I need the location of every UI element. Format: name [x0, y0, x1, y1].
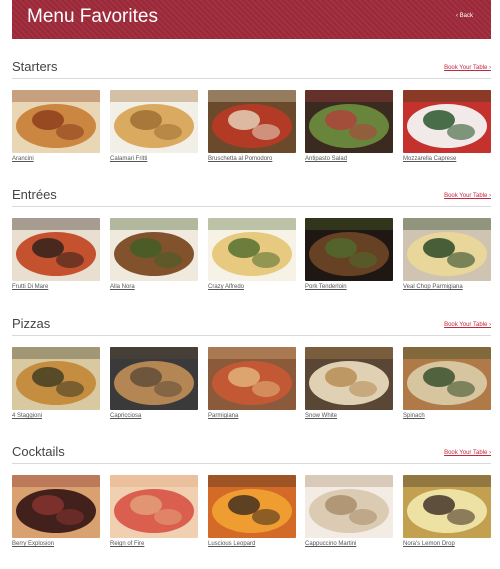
menu-item-cappuccino-martini[interactable]: Cappuccino Martini: [305, 475, 393, 547]
section-starters: Starters Book Your Table › Arancini Calamar…: [12, 59, 491, 162]
section-cocktails: Cocktails Book Your Table › Berry Explosio…: [12, 444, 491, 547]
menu-item-capricciosa[interactable]: Capricciosa: [110, 347, 198, 419]
menu-item-photo[interactable]: [110, 218, 198, 281]
menu-item-arancini[interactable]: Arancini: [12, 90, 100, 162]
menu-item-caption[interactable]: Berry Explosion: [12, 541, 100, 547]
page-header: Menu Favorites ‹ Back: [12, 0, 491, 39]
menu-item-photo[interactable]: [208, 90, 296, 153]
menu-item-photo[interactable]: [403, 475, 491, 538]
menu-item-reign-of-fire[interactable]: Reign of Fire: [110, 475, 198, 547]
menu-item-bruschetta-al-pomodoro[interactable]: Bruschetta al Pomodoro: [208, 90, 296, 162]
menu-item-grid: Frutti Di Mare Alla Nora Crazy Alfredo Pork…: [12, 218, 491, 298]
menu-item-nora-s-lemon-drop[interactable]: Nora's Lemon Drop: [403, 475, 491, 547]
menu-item-calamari-fritti[interactable]: Calamari Fritti: [110, 90, 198, 162]
section-title: Entrées: [12, 187, 57, 202]
section-title: Starters: [12, 59, 58, 74]
menu-item-parmigiana[interactable]: Parmigiana: [208, 347, 296, 419]
menu-item-spinach[interactable]: Spinach: [403, 347, 491, 419]
section-pizzas: Pizzas Book Your Table › 4 Staggioni Capric…: [12, 316, 491, 419]
menu-item-mozzarella-caprese[interactable]: Mozzarella Caprese: [403, 90, 491, 162]
menu-item-photo[interactable]: [12, 218, 100, 281]
menu-item-4-staggioni[interactable]: 4 Staggioni: [12, 347, 100, 419]
section-entrees: Entrées Book Your Table › Frutti Di Mare Al…: [12, 187, 491, 290]
menu-item-photo[interactable]: [110, 347, 198, 410]
menu-item-caption[interactable]: Reign of Fire: [110, 541, 198, 547]
menu-item-pork-tenderloin[interactable]: Pork Tenderloin: [305, 218, 393, 290]
menu-item-photo[interactable]: [110, 475, 198, 538]
menu-item-photo[interactable]: [305, 475, 393, 538]
menu-item-grid: Berry Explosion Reign of Fire Luscious Leo…: [12, 475, 491, 555]
menu-item-photo[interactable]: [305, 90, 393, 153]
menu-item-photo[interactable]: [208, 475, 296, 538]
book-your-table-link[interactable]: Book Your Table ›: [444, 322, 491, 328]
menu-item-caption[interactable]: Bruschetta al Pomodoro: [208, 156, 296, 162]
menu-item-antipasto-salad[interactable]: Antipasto Salad: [305, 90, 393, 162]
menu-item-photo[interactable]: [403, 218, 491, 281]
book-your-table-link[interactable]: Book Your Table ›: [444, 450, 491, 456]
menu-item-photo[interactable]: [208, 347, 296, 410]
menu-item-crazy-alfredo[interactable]: Crazy Alfredo: [208, 218, 296, 290]
menu-item-frutti-di-mare[interactable]: Frutti Di Mare: [12, 218, 100, 290]
menu-item-alla-nora[interactable]: Alla Nora: [110, 218, 198, 290]
menu-item-caption[interactable]: Mozzarella Caprese: [403, 156, 491, 162]
menu-item-caption[interactable]: 4 Staggioni: [12, 413, 100, 419]
section-header: Starters Book Your Table ›: [12, 59, 491, 79]
back-link[interactable]: ‹ Back: [456, 13, 473, 19]
menu-item-photo[interactable]: [403, 347, 491, 410]
menu-item-caption[interactable]: Alla Nora: [110, 284, 198, 290]
menu-item-caption[interactable]: Arancini: [12, 156, 100, 162]
menu-item-grid: Arancini Calamari Fritti Bruschetta al Pom…: [12, 90, 491, 170]
section-header: Pizzas Book Your Table ›: [12, 316, 491, 336]
menu-item-caption[interactable]: Crazy Alfredo: [208, 284, 296, 290]
menu-item-snow-white[interactable]: Snow White: [305, 347, 393, 419]
menu-item-photo[interactable]: [403, 90, 491, 153]
menu-item-caption[interactable]: Cappuccino Martini: [305, 541, 393, 547]
menu-item-caption[interactable]: Parmigiana: [208, 413, 296, 419]
menu-item-caption[interactable]: Luscious Leopard: [208, 541, 296, 547]
menu-item-caption[interactable]: Nora's Lemon Drop: [403, 541, 491, 547]
section-header: Cocktails Book Your Table ›: [12, 444, 491, 464]
menu-item-berry-explosion[interactable]: Berry Explosion: [12, 475, 100, 547]
menu-item-photo[interactable]: [12, 347, 100, 410]
menu-item-luscious-leopard[interactable]: Luscious Leopard: [208, 475, 296, 547]
book-your-table-link[interactable]: Book Your Table ›: [444, 65, 491, 71]
menu-item-photo[interactable]: [110, 90, 198, 153]
menu-item-grid: 4 Staggioni Capricciosa Parmigiana Snow Whi…: [12, 347, 491, 427]
menu-item-photo[interactable]: [305, 347, 393, 410]
section-title: Pizzas: [12, 316, 51, 331]
menu-item-veal-chop-parmigiana[interactable]: Veal Chop Parmigiana: [403, 218, 491, 290]
menu-item-photo[interactable]: [12, 90, 100, 153]
book-your-table-link[interactable]: Book Your Table ›: [444, 193, 491, 199]
menu-item-caption[interactable]: Pork Tenderloin: [305, 284, 393, 290]
menu-item-caption[interactable]: Capricciosa: [110, 413, 198, 419]
menu-item-photo[interactable]: [12, 475, 100, 538]
menu-item-caption[interactable]: Veal Chop Parmigiana: [403, 284, 491, 290]
section-header: Entrées Book Your Table ›: [12, 187, 491, 207]
menu-item-photo[interactable]: [208, 218, 296, 281]
page-title: Menu Favorites: [27, 6, 158, 27]
menu-item-caption[interactable]: Spinach: [403, 413, 491, 419]
menu-item-caption[interactable]: Antipasto Salad: [305, 156, 393, 162]
section-title: Cocktails: [12, 444, 65, 459]
menu-item-caption[interactable]: Frutti Di Mare: [12, 284, 100, 290]
menu-item-caption[interactable]: Snow White: [305, 413, 393, 419]
menu-item-photo[interactable]: [305, 218, 393, 281]
menu-item-caption[interactable]: Calamari Fritti: [110, 156, 198, 162]
